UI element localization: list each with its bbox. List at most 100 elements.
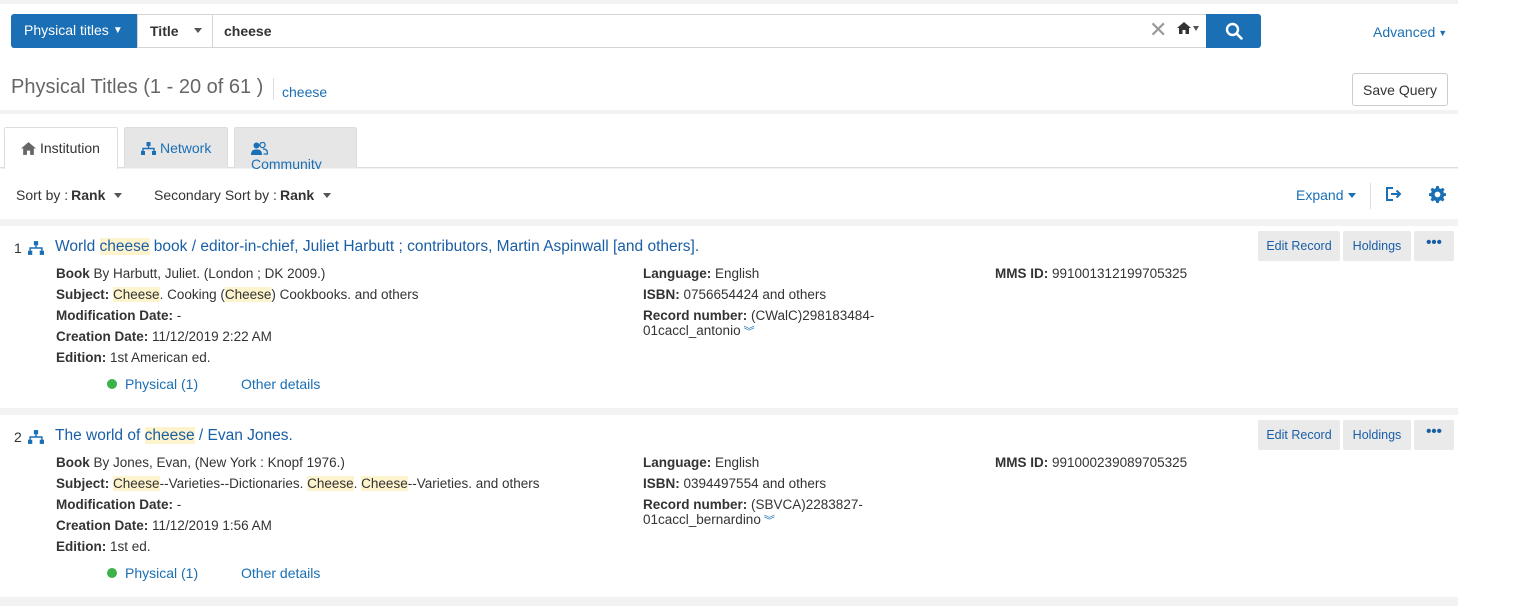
clear-search-icon[interactable]: ✕ [1149, 18, 1167, 42]
creation-date-label: Creation Date: [56, 518, 149, 533]
creation-date-label: Creation Date: [56, 329, 149, 344]
home-icon [21, 142, 36, 155]
record-details: Book By Harbutt, Juliet. (London ; DK 20… [56, 263, 616, 368]
secondary-sort-label: Secondary Sort by : [154, 187, 277, 203]
record-creation-date: Creation Date: 11/12/2019 2:22 AM [56, 326, 616, 347]
search-header: Physical titles▼ Title ✕ Advanced▼ Physi… [0, 4, 1458, 110]
mms-id-label: MMS ID: [995, 266, 1049, 281]
record-number: Record number: (SBVCA)2283827- 01caccl_be… [643, 497, 903, 529]
subject-value: Cheese. Cooking (Cheese) Cookbooks. and … [113, 287, 419, 302]
result-record: 1 World cheese book / editor-in-chief, J… [0, 226, 1458, 408]
record-modification-date: Modification Date: - [56, 494, 616, 515]
title-highlight: cheese [99, 238, 150, 255]
record-details-secondary: Language: English ISBN: 0756654424 and o… [643, 263, 903, 340]
modification-date-label: Modification Date: [56, 308, 173, 323]
secondary-sort-dropdown[interactable]: Secondary Sort by : Rank [154, 187, 332, 203]
query-link[interactable]: cheese [282, 84, 327, 100]
search-button[interactable] [1206, 14, 1261, 48]
expand-dropdown[interactable]: Expand [1296, 187, 1357, 203]
mms-id-value: 991001312199705325 [1048, 266, 1188, 281]
record-creation-date: Creation Date: 11/12/2019 1:56 AM [56, 515, 616, 536]
more-actions-button[interactable]: ••• [1414, 420, 1454, 450]
network-icon [28, 241, 44, 255]
record-details-secondary: Language: English ISBN: 0394497554 and o… [643, 452, 903, 529]
isbn-value: 0394497554 and others [679, 476, 827, 491]
record-type: Book [56, 455, 90, 470]
search-scope-label: Physical titles [24, 22, 109, 38]
record-language: Language: English [643, 452, 903, 473]
mms-id-value: 991000239089705325 [1048, 455, 1188, 470]
title-text: book / editor-in-chief, Juliet Harbutt ;… [149, 238, 700, 255]
record-title-link[interactable]: World cheese book / editor-in-chief, Jul… [55, 238, 699, 256]
search-field-label: Title [150, 23, 179, 39]
result-number: 2 [14, 429, 22, 445]
sort-by-value: Rank [71, 187, 106, 203]
caret-down-icon: ▼ [1438, 28, 1448, 38]
record-edition: Edition: 1st ed. [56, 536, 616, 557]
other-details-link[interactable]: Other details [241, 376, 320, 392]
edit-record-button[interactable]: Edit Record [1258, 231, 1340, 261]
record-number-value: (SBVCA)2283827- [747, 497, 863, 512]
physical-availability-link[interactable]: Physical (1) [107, 376, 198, 392]
physical-availability-link[interactable]: Physical (1) [107, 565, 198, 581]
result-number: 1 [14, 240, 22, 256]
physical-label: Physical (1) [125, 565, 199, 581]
creation-date-value: 11/12/2019 2:22 AM [148, 329, 272, 344]
record-number: Record number: (CWalC)298183484- 01caccl_… [643, 308, 903, 340]
other-details-link[interactable]: Other details [241, 565, 320, 581]
tab-community[interactable]: Community [234, 127, 357, 172]
search-input[interactable] [212, 14, 1207, 48]
caret-down-icon [323, 193, 332, 198]
record-modification-date: Modification Date: - [56, 305, 616, 326]
right-margin [1458, 0, 1526, 606]
search-scope-dropdown[interactable]: Physical titles ▼ [11, 14, 137, 48]
save-query-button[interactable]: Save Query [1352, 73, 1448, 106]
tab-label: Network [160, 140, 212, 156]
tab-institution[interactable]: Institution [4, 127, 118, 169]
caret-down-icon: ▼ [112, 25, 123, 36]
record-type: Book [56, 266, 90, 281]
record-author: By Harbutt, Juliet. (London ; DK 2009.) [89, 266, 326, 281]
secondary-sort-value: Rank [279, 187, 315, 203]
subject-highlight: Cheese [113, 476, 160, 491]
language-value: English [711, 266, 760, 281]
record-number-label: Record number: [643, 497, 748, 512]
record-number-value: 01caccl_bernardino [643, 512, 761, 527]
holdings-button[interactable]: Holdings [1343, 231, 1411, 261]
record-isbn: ISBN: 0756654424 and others [643, 284, 903, 305]
subject-label: Subject: [56, 476, 110, 491]
sort-toolbar: Sort by : Rank Secondary Sort by : Rank Ex… [0, 169, 1458, 219]
export-icon[interactable] [1385, 186, 1403, 202]
record-edition: Edition: 1st American ed. [56, 347, 616, 368]
divider [1370, 183, 1371, 209]
available-status-icon [107, 568, 117, 578]
caret-down-icon [1348, 193, 1357, 198]
edit-record-button[interactable]: Edit Record [1258, 420, 1340, 450]
sort-by-label: Sort by : [16, 187, 69, 203]
more-actions-button[interactable]: ••• [1414, 231, 1454, 261]
record-title-link[interactable]: The world of cheese / Evan Jones. [55, 427, 293, 445]
record-author: By Jones, Evan, (New York : Knopf 1976.) [89, 455, 345, 470]
record-number-label: Record number: [643, 308, 748, 323]
home-scope-selector[interactable] [1177, 22, 1199, 37]
double-chevron-down-icon[interactable]: ︾ [744, 326, 755, 338]
tab-network[interactable]: Network [124, 127, 228, 168]
modification-date-value: - [173, 308, 182, 323]
caret-down-icon [194, 28, 202, 33]
language-label: Language: [643, 455, 712, 470]
double-chevron-down-icon[interactable]: ︾ [764, 515, 775, 527]
subject-text: --Varieties--Dictionaries. [159, 476, 308, 491]
holdings-button[interactable]: Holdings [1343, 420, 1411, 450]
available-status-icon [107, 379, 117, 389]
title-text: The world of [55, 427, 145, 444]
search-field-dropdown[interactable]: Title [137, 14, 212, 48]
record-mms: MMS ID: 991000239089705325 [995, 452, 1235, 473]
isbn-value: 0756654424 and others [679, 287, 827, 302]
edition-value: 1st ed. [106, 539, 151, 554]
title-text: World [55, 238, 100, 255]
advanced-search-link[interactable]: Advanced ▼ [1373, 24, 1447, 40]
sort-by-dropdown[interactable]: Sort by : Rank [16, 187, 123, 203]
gear-icon[interactable] [1429, 186, 1446, 203]
record-isbn: ISBN: 0394497554 and others [643, 473, 903, 494]
divider [273, 78, 274, 100]
